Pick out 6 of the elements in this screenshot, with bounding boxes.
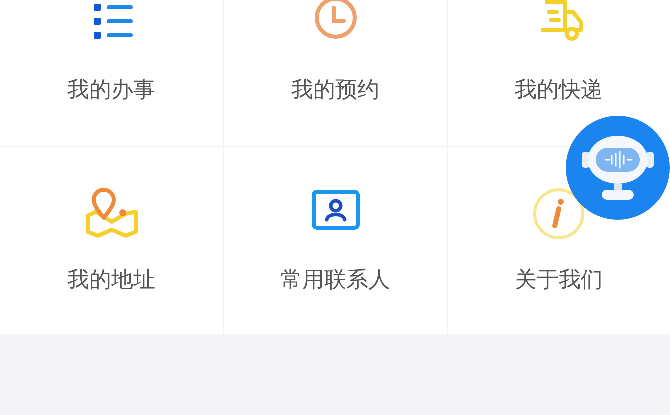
menu-label[interactable]: 常用联系人 xyxy=(280,268,390,294)
menu-label[interactable]: 我的预约 xyxy=(292,78,380,104)
menu-label[interactable]: 我的快递 xyxy=(515,78,603,104)
menu-label[interactable]: 关于我们 xyxy=(515,268,603,294)
menu-label[interactable]: 我的地址 xyxy=(68,268,156,294)
menu-label[interactable]: 我的办事 xyxy=(68,78,156,104)
